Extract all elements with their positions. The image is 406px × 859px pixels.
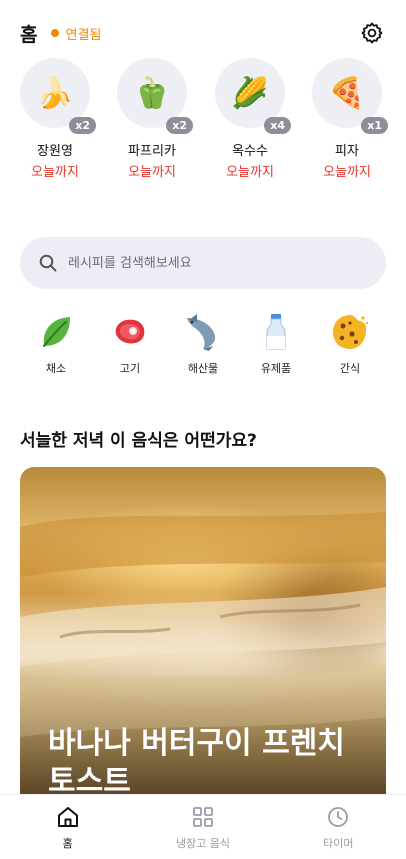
bell-pepper-icon: 🫑 xyxy=(133,75,171,111)
header: 홈 연결됨 xyxy=(20,20,384,46)
category-label: 해산물 xyxy=(187,362,219,375)
category-snack[interactable]: 간식 xyxy=(314,312,386,376)
category-list: 채소 고기 해산물 유제품 간식 xyxy=(0,312,406,382)
category-meat[interactable]: 고기 xyxy=(94,312,166,376)
grid-icon xyxy=(193,807,213,827)
fridge-item-name: 옥수수 xyxy=(232,144,268,159)
connection-status-label: 연결됨 xyxy=(65,27,102,43)
count-badge: x2 xyxy=(166,117,193,134)
fridge-item-expiry: 오늘까지 xyxy=(128,165,176,180)
count-badge: x4 xyxy=(264,117,291,134)
category-seafood[interactable]: 해산물 xyxy=(167,312,239,376)
nav-label: 냉장고 음식 xyxy=(175,837,231,850)
cookie-icon xyxy=(333,315,369,349)
category-dairy[interactable]: 유제품 xyxy=(240,312,312,376)
fridge-item[interactable]: 🍕 x1 피자 오늘까지 xyxy=(302,58,392,180)
fridge-item-thumb: 🍌 x2 xyxy=(20,58,96,134)
count-badge: x1 xyxy=(361,117,388,134)
nav-label: 타이머 xyxy=(323,837,354,850)
fridge-item-thumb: 🌽 x4 xyxy=(215,58,291,134)
search-input[interactable] xyxy=(68,255,348,271)
recipe-search-bar[interactable] xyxy=(20,237,386,289)
fridge-item-name: 장원영 xyxy=(37,144,73,159)
nav-item-fridge[interactable]: 냉장고 음식 xyxy=(135,795,270,859)
fridge-item-expiry: 오늘까지 xyxy=(323,165,371,180)
nav-item-timer[interactable]: 타이머 xyxy=(271,795,406,859)
fish-icon xyxy=(187,314,216,351)
fridge-item-expiry: 오늘까지 xyxy=(226,165,274,180)
fridge-items: 🍌 x2 장원영 오늘까지 🫑 x2 파프리카 오늘까지 🌽 x4 옥수수 오늘… xyxy=(0,58,406,188)
search-icon xyxy=(39,254,57,272)
page-title: 홈 xyxy=(20,23,38,46)
leaf-icon xyxy=(43,317,70,347)
fridge-item[interactable]: 🫑 x2 파프리카 오늘까지 xyxy=(107,58,197,180)
pizza-icon: 🍕 xyxy=(328,75,366,111)
nav-label: 홈 xyxy=(62,837,73,850)
recipe-card-title: 바나나 버터구이 프렌치 토스트 xyxy=(48,726,345,797)
milk-icon xyxy=(266,314,286,350)
category-label: 고기 xyxy=(119,362,141,375)
recipe-card[interactable]: 바나나 버터구이 프렌치 토스트 xyxy=(20,467,386,797)
recommend-heading: 서늘한 저녁 이 음식은 어떤가요? xyxy=(20,431,257,451)
fridge-item-expiry: 오늘까지 xyxy=(31,165,79,180)
fridge-item-name: 파프리카 xyxy=(128,144,176,159)
category-label: 채소 xyxy=(45,362,67,375)
fridge-item-thumb: 🍕 x1 xyxy=(312,58,388,134)
category-label: 유제품 xyxy=(260,362,292,375)
corn-icon: 🌽 xyxy=(231,75,269,111)
category-label: 간식 xyxy=(339,362,361,375)
status-dot xyxy=(51,29,60,37)
gear-icon[interactable] xyxy=(360,21,384,45)
banana-icon: 🍌 xyxy=(36,75,74,111)
category-vegetable[interactable]: 채소 xyxy=(20,312,92,376)
home-icon xyxy=(57,807,78,827)
connection-status: 연결됨 xyxy=(51,24,101,43)
count-badge: x2 xyxy=(69,117,96,134)
fridge-item-thumb: 🫑 x2 xyxy=(117,58,193,134)
fridge-item[interactable]: 🌽 x4 옥수수 오늘까지 xyxy=(205,58,295,180)
meat-icon xyxy=(115,319,145,344)
nav-item-home[interactable]: 홈 xyxy=(0,795,135,859)
fridge-item[interactable]: 🍌 x2 장원영 오늘까지 xyxy=(10,58,100,180)
clock-icon xyxy=(328,807,349,827)
bottom-nav: 홈 냉장고 음식 타이머 xyxy=(0,794,406,859)
fridge-item-name: 피자 xyxy=(335,144,359,159)
